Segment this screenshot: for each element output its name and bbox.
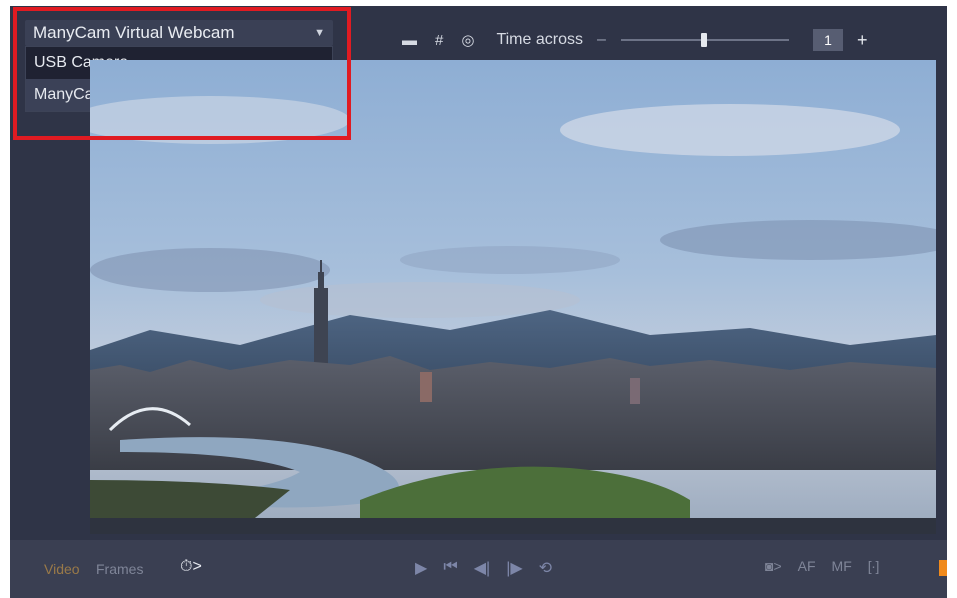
time-across-label: Time across xyxy=(496,31,583,48)
grid-icon[interactable]: # xyxy=(435,32,443,49)
tab-frames[interactable]: Frames xyxy=(96,561,143,577)
time-across-value[interactable]: 1 xyxy=(812,29,843,51)
play-icon[interactable]: ▶ xyxy=(415,558,427,578)
capture-settings: ◙> AF MF [∙] xyxy=(765,558,879,574)
skip-back-icon[interactable]: ⏮ xyxy=(443,558,457,578)
loop-icon[interactable]: ⟲ xyxy=(539,558,552,578)
target-icon[interactable]: ◎ xyxy=(461,31,474,49)
record-indicator[interactable] xyxy=(939,560,947,576)
page-margin xyxy=(947,0,957,598)
autofocus-button[interactable]: AF xyxy=(798,558,816,574)
focus-area-icon[interactable]: [∙] xyxy=(868,558,880,574)
time-across-slider[interactable]: – xyxy=(597,28,797,52)
line-icon[interactable]: ▬ xyxy=(402,32,417,49)
annotation-highlight-box xyxy=(13,7,351,140)
camera-icon[interactable]: ◙> xyxy=(765,558,782,574)
timer-icon[interactable]: ⏱> xyxy=(180,558,202,576)
tab-video[interactable]: Video xyxy=(44,561,80,577)
slider-thumb[interactable] xyxy=(700,33,707,47)
step-forward-icon[interactable]: |▶ xyxy=(506,558,522,578)
manual-focus-button[interactable]: MF xyxy=(832,558,852,574)
increase-button[interactable]: + xyxy=(857,30,868,51)
playback-controls: ▶ ⏮ ◀| |▶ ⟲ xyxy=(415,558,552,578)
view-tools: ▬ # ◎ Time across – 1 + xyxy=(402,28,867,52)
step-back-icon[interactable]: ◀| xyxy=(474,558,490,578)
slider-minus-button[interactable]: – xyxy=(597,28,606,52)
bottom-controls-bar: Video Frames ⏱> ▶ ⏮ ◀| |▶ ⟲ ◙> AF MF [∙] xyxy=(10,540,947,598)
